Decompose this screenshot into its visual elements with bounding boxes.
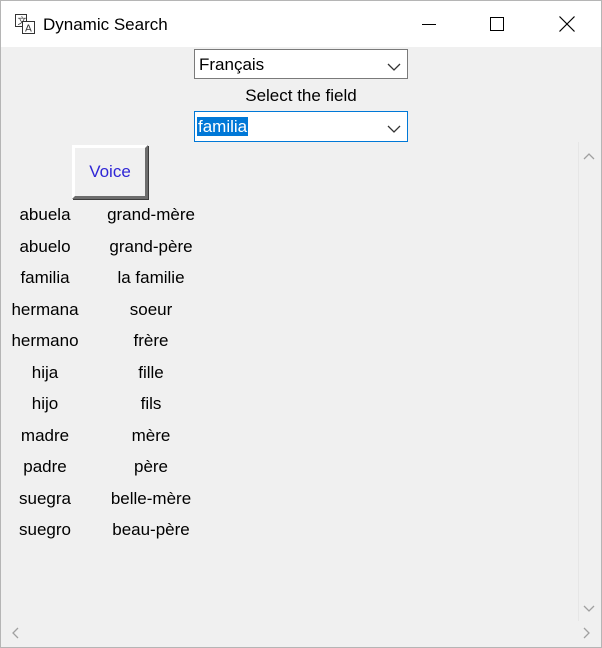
chevron-down-icon	[583, 600, 595, 618]
close-button[interactable]	[533, 1, 601, 47]
vertical-scrollbar-track[interactable]	[578, 142, 601, 621]
word-spanish: hermano	[11, 331, 79, 350]
word-spanish: madre	[20, 425, 70, 445]
word-row: hermana soeur	[1, 295, 221, 327]
word-french: grand-mère	[107, 205, 195, 224]
window-title: Dynamic Search	[43, 15, 168, 34]
field-select-value: familia	[197, 117, 249, 136]
language-select[interactable]: Français	[194, 49, 408, 79]
language-select-value: Français	[199, 55, 265, 74]
word-french: frère	[133, 331, 169, 350]
word-spanish: suegra	[19, 488, 71, 508]
app-window: 文 A Dynamic Search França	[0, 0, 602, 648]
chevron-down-icon[interactable]	[387, 59, 401, 77]
word-row: hija fille	[1, 358, 221, 390]
field-select[interactable]: familia	[194, 111, 408, 142]
word-spanish: abuelo	[19, 236, 71, 256]
word-french: beau-père	[112, 520, 190, 539]
maximize-icon	[490, 17, 504, 31]
word-spanish: padre	[23, 457, 67, 476]
word-french: fille	[138, 362, 164, 382]
chevron-right-icon	[583, 626, 591, 644]
title-bar[interactable]: 文 A Dynamic Search	[1, 1, 601, 47]
word-spanish: suegro	[19, 520, 71, 539]
word-row: familia la familie	[1, 263, 221, 295]
svg-text:A: A	[25, 24, 32, 35]
voice-button[interactable]: Voice	[72, 145, 148, 199]
scroll-right-button[interactable]	[577, 625, 597, 645]
word-row: suegro beau-père	[1, 515, 221, 547]
scroll-down-button[interactable]	[579, 599, 599, 619]
horizontal-scrollbar[interactable]	[1, 623, 601, 647]
field-label: Select the field	[245, 86, 357, 105]
word-row: hijo fils	[1, 389, 221, 421]
minimize-button[interactable]	[395, 1, 463, 47]
field-select-value-wrapper: familia	[197, 116, 249, 137]
chevron-up-icon	[583, 147, 595, 165]
word-spanish: hijo	[31, 394, 59, 413]
word-french: soeur	[129, 299, 173, 319]
word-row: abuela grand-mère	[1, 200, 221, 232]
word-spanish: hermana	[11, 299, 79, 319]
word-french: la familie	[117, 268, 185, 287]
word-row: madre mère	[1, 421, 221, 453]
word-french: fils	[140, 394, 162, 413]
chevron-left-icon	[11, 626, 19, 644]
word-spanish: abuela	[19, 205, 71, 224]
word-list: abuela grand-mère abuelo grand-père familia l…	[1, 200, 221, 547]
close-icon	[559, 16, 575, 32]
word-row: suegra belle-mère	[1, 484, 221, 516]
word-french: grand-père	[109, 236, 193, 256]
vertical-scrollbar[interactable]	[578, 142, 601, 621]
word-row: padre père	[1, 452, 221, 484]
chevron-down-icon[interactable]	[387, 121, 401, 139]
word-spanish: familia	[20, 268, 70, 287]
minimize-icon	[422, 17, 436, 31]
word-spanish: hija	[31, 362, 59, 382]
word-row: hermano frère	[1, 326, 221, 358]
word-french: père	[133, 457, 169, 476]
word-french: mère	[131, 425, 171, 445]
word-french: belle-mère	[110, 488, 192, 508]
translate-icon: 文 A	[14, 13, 36, 35]
word-row: abuelo grand-père	[1, 232, 221, 264]
maximize-button[interactable]	[463, 1, 531, 47]
scroll-up-button[interactable]	[579, 146, 599, 166]
scroll-left-button[interactable]	[5, 625, 25, 645]
